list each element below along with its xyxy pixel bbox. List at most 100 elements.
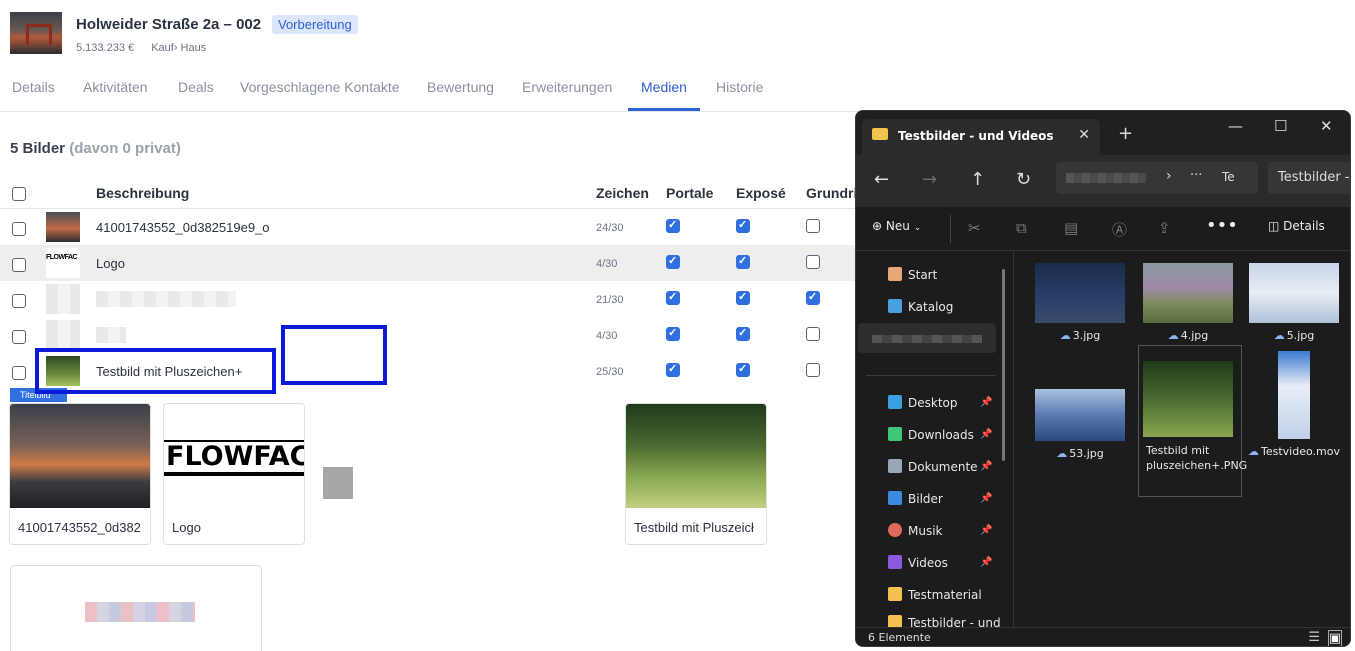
- row-description[interactable]: 41001743552_0d382519e9_o: [96, 220, 270, 235]
- nav-item-selected-redacted[interactable]: [858, 323, 996, 353]
- minimize-icon[interactable]: —: [1228, 117, 1243, 135]
- row-description-redacted: [96, 327, 126, 343]
- table-row[interactable]: 41001743552_0d382519e9_o 24/30: [0, 209, 860, 245]
- grundriss-checkbox[interactable]: [806, 255, 820, 269]
- select-all-checkbox[interactable]: [12, 187, 26, 201]
- tab-bewertung[interactable]: Bewertung: [427, 79, 494, 95]
- pin-icon[interactable]: 📌: [980, 397, 992, 408]
- up-icon[interactable]: ↑: [970, 169, 985, 190]
- back-icon[interactable]: ←: [874, 169, 889, 190]
- more-icon[interactable]: •••: [1206, 215, 1238, 236]
- paste-icon[interactable]: ▤: [1064, 219, 1078, 237]
- portale-checkbox[interactable]: [666, 362, 680, 377]
- search-box[interactable]: Testbilder -: [1268, 162, 1350, 194]
- file-item-selected[interactable]: Testbild mit pluszeichen+.PNG: [1138, 361, 1247, 473]
- image-card[interactable]: Testbild mit Pluszeicł: [625, 403, 767, 545]
- refresh-icon[interactable]: ↻: [1016, 169, 1031, 190]
- nav-item-desktop[interactable]: Desktop: [888, 395, 958, 415]
- file-item[interactable]: ☁ 53.jpg: [1030, 389, 1130, 460]
- row-checkbox[interactable]: [12, 258, 26, 272]
- rename-icon[interactable]: Ⓐ: [1112, 219, 1127, 240]
- tab-medien[interactable]: Medien: [641, 79, 687, 95]
- file-item[interactable]: ☁ Testvideo.mov: [1240, 351, 1348, 458]
- grundriss-checkbox[interactable]: [806, 327, 820, 341]
- col-portale[interactable]: Portale: [666, 185, 713, 201]
- details-button[interactable]: ◫ Details: [1268, 219, 1325, 233]
- nav-item-musik[interactable]: Musik: [888, 523, 943, 543]
- expose-checkbox[interactable]: [736, 218, 750, 233]
- row-chars: 21/30: [596, 294, 624, 306]
- nav-label: Dokumente: [908, 460, 978, 474]
- expose-checkbox[interactable]: [736, 254, 750, 269]
- grundriss-checkbox[interactable]: [806, 219, 820, 233]
- tab-aktivitaeten[interactable]: Aktivitäten: [83, 79, 148, 95]
- tab-historie[interactable]: Historie: [716, 79, 763, 95]
- forward-icon[interactable]: →: [922, 169, 937, 190]
- row-checkbox[interactable]: [12, 330, 26, 344]
- maximize-icon[interactable]: ☐: [1274, 117, 1287, 135]
- address-bar[interactable]: › ··· Te: [1056, 162, 1258, 194]
- nav-item-start[interactable]: Start: [888, 267, 937, 287]
- pin-icon[interactable]: 📌: [980, 461, 992, 472]
- tab-deals[interactable]: Deals: [178, 79, 214, 95]
- address-redacted: [1066, 173, 1146, 183]
- tile-view-icon[interactable]: ▣: [1327, 630, 1342, 646]
- image-card[interactable]: FLOWFAC Logo: [163, 403, 305, 545]
- close-window-icon[interactable]: ✕: [1320, 117, 1333, 135]
- pin-icon[interactable]: 📌: [980, 557, 992, 568]
- pin-icon[interactable]: 📌: [980, 525, 992, 536]
- close-tab-icon[interactable]: ✕: [1078, 127, 1090, 143]
- property-thumbnail[interactable]: [10, 12, 62, 54]
- tab-vorgeschlagene-kontakte[interactable]: Vorgeschlagene Kontakte: [240, 79, 400, 95]
- row-checkbox[interactable]: [12, 366, 26, 380]
- upload-card[interactable]: [10, 565, 262, 651]
- cloud-icon: ☁: [1167, 329, 1179, 342]
- image-card-redacted[interactable]: [463, 403, 613, 545]
- list-view-icon[interactable]: ☰: [1308, 630, 1320, 645]
- copy-icon[interactable]: ⧉: [1016, 219, 1027, 237]
- share-icon[interactable]: ⇪: [1158, 219, 1171, 237]
- cut-icon[interactable]: ✂: [968, 219, 981, 237]
- row-checkbox[interactable]: [12, 222, 26, 236]
- tab-erweiterungen[interactable]: Erweiterungen: [522, 79, 612, 95]
- portale-checkbox[interactable]: [666, 326, 680, 341]
- file-item[interactable]: ☁ 3.jpg: [1030, 263, 1130, 342]
- breadcrumb-overflow[interactable]: ···: [1190, 168, 1202, 183]
- expose-checkbox[interactable]: [736, 326, 750, 341]
- portale-checkbox[interactable]: [666, 218, 680, 233]
- new-tab-icon[interactable]: +: [1118, 123, 1133, 144]
- table-row[interactable]: 21/30: [0, 281, 860, 317]
- nav-item-testmaterial[interactable]: Testmaterial: [888, 587, 982, 607]
- file-item[interactable]: ☁ 5.jpg: [1244, 263, 1344, 342]
- scrollbar[interactable]: [1002, 269, 1005, 461]
- grundriss-checkbox[interactable]: [806, 363, 820, 377]
- col-zeichen[interactable]: Zeichen: [596, 185, 649, 201]
- expose-checkbox[interactable]: [736, 290, 750, 305]
- file-name: 5.jpg: [1286, 329, 1315, 342]
- image-count: 5 Bilder (davon 0 privat): [10, 140, 181, 157]
- pin-icon[interactable]: 📌: [980, 429, 992, 440]
- tab-details[interactable]: Details: [12, 79, 55, 95]
- image-card[interactable]: 41001743552_0d382: [9, 403, 151, 545]
- nav-item-videos[interactable]: Videos: [888, 555, 948, 575]
- portale-checkbox[interactable]: [666, 290, 680, 305]
- table-row[interactable]: FLOWFAC Logo 4/30: [0, 245, 860, 281]
- pin-icon[interactable]: 📌: [980, 493, 992, 504]
- row-description[interactable]: Logo: [96, 256, 125, 271]
- grundriss-checkbox[interactable]: [806, 290, 820, 305]
- new-button[interactable]: ⊕ Neu ⌄: [872, 219, 921, 233]
- nav-item-dokumente[interactable]: Dokumente: [888, 459, 978, 479]
- portale-checkbox[interactable]: [666, 254, 680, 269]
- nav-item-testbilder[interactable]: Testbilder - und: [888, 615, 1001, 627]
- explorer-tab[interactable]: Testbilder - und Videos ✕: [862, 119, 1100, 155]
- col-expose[interactable]: Exposé: [736, 185, 786, 201]
- breadcrumb-tail[interactable]: Te: [1222, 170, 1235, 184]
- nav-item-bilder[interactable]: Bilder: [888, 491, 943, 511]
- col-beschreibung[interactable]: Beschreibung: [96, 185, 189, 201]
- image-card-redacted[interactable]: [317, 403, 459, 545]
- row-checkbox[interactable]: [12, 294, 26, 308]
- expose-checkbox[interactable]: [736, 362, 750, 377]
- file-item[interactable]: ☁ 4.jpg: [1138, 263, 1238, 342]
- nav-item-downloads[interactable]: Downloads: [888, 427, 974, 447]
- nav-item-katalog[interactable]: Katalog: [888, 299, 953, 319]
